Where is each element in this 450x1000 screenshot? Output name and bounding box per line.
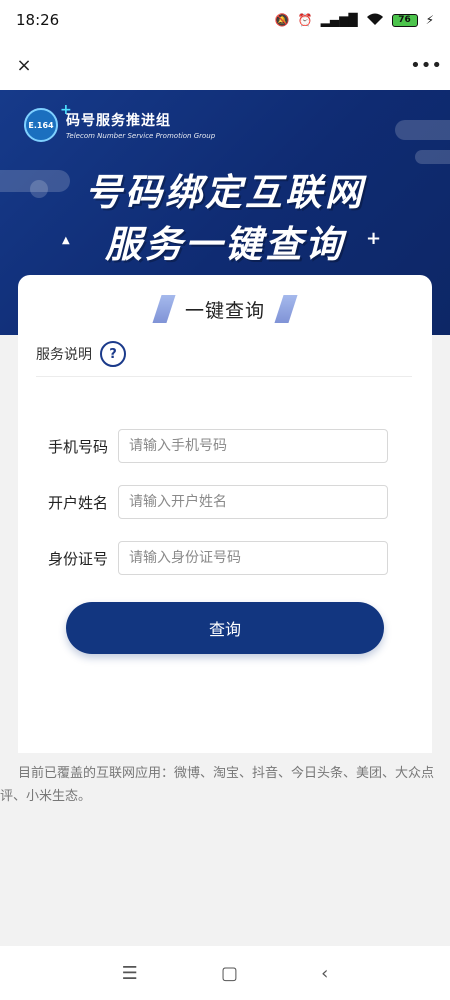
charging-icon: ⚡ (425, 13, 434, 27)
divider (36, 376, 412, 377)
help-icon[interactable]: ? (100, 341, 126, 367)
cloud-decoration (395, 120, 450, 140)
back-icon[interactable]: ‹ (321, 963, 328, 984)
id-number-input[interactable] (118, 541, 388, 575)
close-icon[interactable]: × (12, 53, 36, 77)
logo-title: 码号服务推进组 (66, 113, 171, 129)
status-time: 18:26 (16, 11, 60, 29)
headline-line-1: 号码绑定互联网 (85, 171, 365, 214)
phone-input[interactable] (118, 429, 388, 463)
battery-icon: 76 (391, 13, 418, 27)
plus-sparkle-icon: + (60, 102, 72, 118)
mute-bell-icon: 🔕 (274, 13, 290, 27)
id-field-row: 身份证号 (18, 540, 432, 576)
service-info-row[interactable]: 服务说明 ? (36, 341, 126, 367)
service-info-label: 服务说明 (36, 347, 92, 363)
alarm-icon: ⏰ (297, 13, 313, 27)
id-number-label: 身份证号 (47, 549, 108, 568)
status-icons: 🔕 ⏰ ▂▄▆█ 76 ⚡ (275, 12, 434, 29)
phone-label: 手机号码 (47, 437, 108, 456)
decorative-slash-icon (274, 295, 298, 323)
card-header: 一键查询 (18, 295, 432, 323)
query-button[interactable]: 查询 (66, 602, 384, 654)
logo: E.164 码号服务推进组 Telecom Number Service Pro… (24, 108, 215, 142)
menu-icon[interactable]: ☰ (122, 963, 138, 984)
status-bar: 18:26 🔕 ⏰ ▂▄▆█ 76 ⚡ (0, 0, 450, 40)
home-icon[interactable]: ▢ (221, 963, 238, 984)
coverage-note: 目前已覆盖的互联网应用：微博、淘宝、抖音、今日头条、美团、大众点评、小米生态。 (0, 762, 450, 808)
decorative-slash-icon (152, 295, 176, 323)
phone-field-row: 手机号码 (18, 428, 432, 464)
name-input[interactable] (118, 485, 388, 519)
plus-sparkle-icon: + (366, 228, 382, 249)
query-card: 一键查询 服务说明 ? 手机号码 开户姓名 身份证号 查询 (18, 275, 432, 753)
signal-icon: ▂▄▆█ (320, 13, 358, 27)
logo-badge: E.164 (24, 108, 58, 142)
more-options-icon[interactable]: ••• (410, 53, 442, 77)
logo-subtitle: Telecom Number Service Promotion Group (66, 132, 216, 140)
top-nav: × ••• (0, 40, 450, 90)
name-field-row: 开户姓名 (18, 484, 432, 520)
wifi-icon (366, 12, 384, 29)
coverage-text: 目前已覆盖的互联网应用：微博、淘宝、抖音、今日头条、美团、大众点评、小米生态。 (0, 766, 435, 804)
name-label: 开户姓名 (47, 493, 108, 512)
sparkle-icon: ▲ (62, 235, 70, 246)
system-nav-bar: ☰ ▢ ‹ (0, 946, 450, 1000)
card-title: 一键查询 (184, 299, 265, 322)
